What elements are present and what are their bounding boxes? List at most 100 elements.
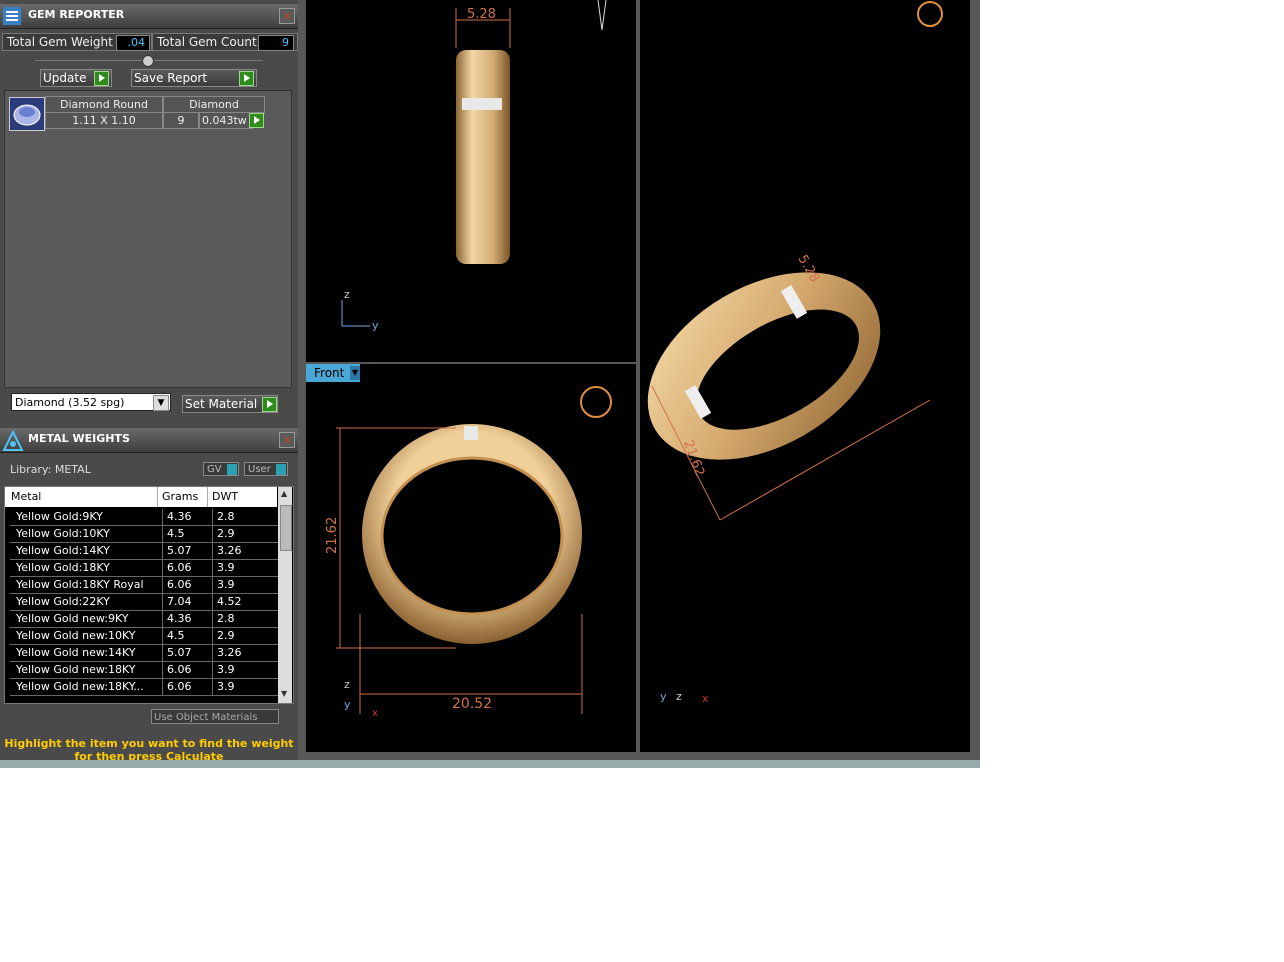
front-view-ring-hole [380, 456, 564, 616]
diamond-thumbnail-icon[interactable] [9, 97, 45, 131]
grams-cell: 4.36 [162, 611, 192, 627]
table-row[interactable]: Yellow Gold:18KY Royal 6.06 3.9 [10, 577, 280, 594]
save-report-play-icon[interactable] [239, 71, 254, 86]
top-view-width-dimension: 5.28 [467, 7, 496, 22]
scrollbar-thumb[interactable] [280, 505, 292, 551]
set-material-play-icon[interactable] [262, 397, 277, 412]
material-select[interactable]: Diamond (3.52 spg) ▼ [11, 393, 171, 411]
gem-list-area: Diamond Round Diamond 1.11 X 1.10 9 0.04… [4, 90, 292, 388]
gem-reporter-close-icon[interactable]: x [279, 8, 295, 24]
user-toggle-label: User [248, 464, 271, 475]
use-object-materials-label: Use Object Materials [154, 712, 258, 723]
dwt-cell: 3.9 [212, 560, 235, 576]
grams-cell: 5.07 [162, 543, 192, 559]
metal-table-header: Metal Grams DWT [5, 487, 277, 507]
table-row[interactable]: Yellow Gold new:18KY... 6.06 3.9 [10, 679, 280, 696]
scroll-down-icon[interactable]: ▼ [281, 689, 287, 698]
grams-cell: 6.06 [162, 679, 192, 695]
table-row[interactable]: Yellow Gold new:9KY 4.36 2.8 [10, 611, 280, 628]
grams-cell: 6.06 [162, 662, 192, 678]
gem-shape-cell[interactable]: Diamond Round [45, 96, 163, 113]
gem-count-cell[interactable]: 9 [163, 112, 199, 129]
dwt-cell: 2.9 [212, 628, 235, 644]
table-row[interactable]: Yellow Gold new:18KY 6.06 3.9 [10, 662, 280, 679]
metal-cell: Yellow Gold new:18KY... [16, 680, 144, 693]
column-header-grams[interactable]: Grams [157, 487, 198, 507]
metal-cell: Yellow Gold:22KY [16, 595, 110, 608]
persp-axis-z-label: z [676, 690, 682, 703]
dwt-cell: 2.9 [212, 526, 235, 542]
dwt-cell: 2.8 [212, 509, 235, 525]
material-select-value: Diamond (3.52 spg) [15, 396, 125, 409]
front-axis-z-label: z [344, 678, 350, 691]
gem-material-cell[interactable]: Diamond [163, 96, 265, 113]
metal-cell: Yellow Gold new:18KY [16, 663, 136, 676]
metal-weights-title: METAL WEIGHTS [28, 432, 130, 445]
hint-line-1: Highlight the item you want to find the … [4, 737, 294, 750]
viewport-area: 5.28 z y 21.62 20.52 z y x Front ▼ 21.62… [298, 0, 980, 766]
metal-cell: Yellow Gold:10KY [16, 527, 110, 540]
table-row[interactable]: Yellow Gold:10KY 4.5 2.9 [10, 526, 280, 543]
metal-table-scrollbar[interactable]: ▲ ▼ [278, 487, 292, 703]
perspective-viewport[interactable]: 21.62 5.28 y z x [640, 0, 970, 752]
dwt-cell: 3.9 [212, 679, 235, 695]
front-axis-x-label: x [372, 708, 378, 719]
metal-cell: Yellow Gold:9KY [16, 510, 103, 523]
gv-toggle-indicator [227, 464, 237, 475]
dwt-cell: 3.9 [212, 577, 235, 593]
grams-cell: 7.04 [162, 594, 192, 610]
dwt-cell: 3.9 [212, 662, 235, 678]
left-panel: GEM REPORTER x Total Gem Weight .04 Tota… [0, 0, 298, 766]
top-view-band [456, 50, 510, 264]
metal-weights-icon [2, 429, 24, 451]
axis-z-label: z [344, 288, 350, 301]
metal-cell: Yellow Gold new:9KY [16, 612, 129, 625]
dwt-cell: 3.26 [212, 543, 242, 559]
front-viewport[interactable]: 21.62 20.52 z y x Front ▼ [306, 364, 636, 752]
table-row[interactable]: Yellow Gold:18KY 6.06 3.9 [10, 560, 280, 577]
gem-reporter-title: GEM REPORTER [28, 8, 125, 21]
gem-reporter-titlebar: GEM REPORTER [0, 4, 298, 29]
persp-axis-y-label: y [660, 690, 667, 703]
column-header-dwt[interactable]: DWT [207, 487, 238, 507]
persp-axis-x-label: x [702, 692, 709, 705]
update-play-icon[interactable] [94, 71, 109, 86]
table-row[interactable]: Yellow Gold:9KY 4.36 2.8 [10, 509, 280, 526]
grams-cell: 6.06 [162, 560, 192, 576]
total-gem-weight-value: .04 [116, 35, 150, 51]
metal-table: Metal Grams DWT Yellow Gold:9KY 4.36 2.8 Ye… [4, 486, 294, 704]
metal-cell: Yellow Gold:18KY [16, 561, 110, 574]
front-view-height-dimension: 21.62 [325, 517, 340, 554]
scroll-up-icon[interactable]: ▲ [281, 489, 287, 498]
gv-toggle[interactable]: GV [203, 462, 239, 476]
grams-cell: 4.5 [162, 628, 185, 644]
table-row[interactable]: Yellow Gold:14KY 5.07 3.26 [10, 543, 280, 560]
update-button-label: Update [43, 71, 87, 85]
user-toggle[interactable]: User [244, 462, 288, 476]
use-object-materials-toggle[interactable]: Use Object Materials [151, 709, 279, 724]
metal-weights-titlebar: METAL WEIGHTS [0, 428, 298, 453]
table-row[interactable]: Yellow Gold new:10KY 4.5 2.9 [10, 628, 280, 645]
top-view-thumbnail-icon [597, 0, 607, 31]
top-viewport[interactable]: 5.28 z y [306, 0, 636, 362]
front-view-width-dimension: 20.52 [452, 696, 492, 712]
grams-cell: 5.07 [162, 645, 192, 661]
front-view-thumbnail-icon [580, 386, 612, 418]
dwt-cell: 3.26 [212, 645, 242, 661]
column-header-metal[interactable]: Metal [11, 487, 41, 507]
gem-reporter-icon [2, 6, 22, 26]
taskbar [0, 760, 980, 768]
gem-row-play-icon[interactable] [249, 113, 264, 128]
metal-cell: Yellow Gold new:10KY [16, 629, 136, 642]
gem-weight-cell[interactable]: 0.043tw [199, 112, 253, 129]
total-gem-count-value: 9 [258, 35, 294, 51]
slider-handle[interactable] [142, 55, 154, 67]
metal-weights-close-icon[interactable]: x [279, 432, 295, 448]
metal-cell: Yellow Gold:18KY Royal [16, 578, 144, 591]
gem-size-cell[interactable]: 1.11 X 1.10 [45, 112, 163, 129]
table-row[interactable]: Yellow Gold:22KY 7.04 4.52 [10, 594, 280, 611]
table-row[interactable]: Yellow Gold new:14KY 5.07 3.26 [10, 645, 280, 662]
dwt-cell: 2.8 [212, 611, 235, 627]
chevron-down-icon[interactable]: ▼ [153, 395, 169, 411]
view-dropdown-chevron-icon[interactable]: ▼ [350, 366, 360, 380]
